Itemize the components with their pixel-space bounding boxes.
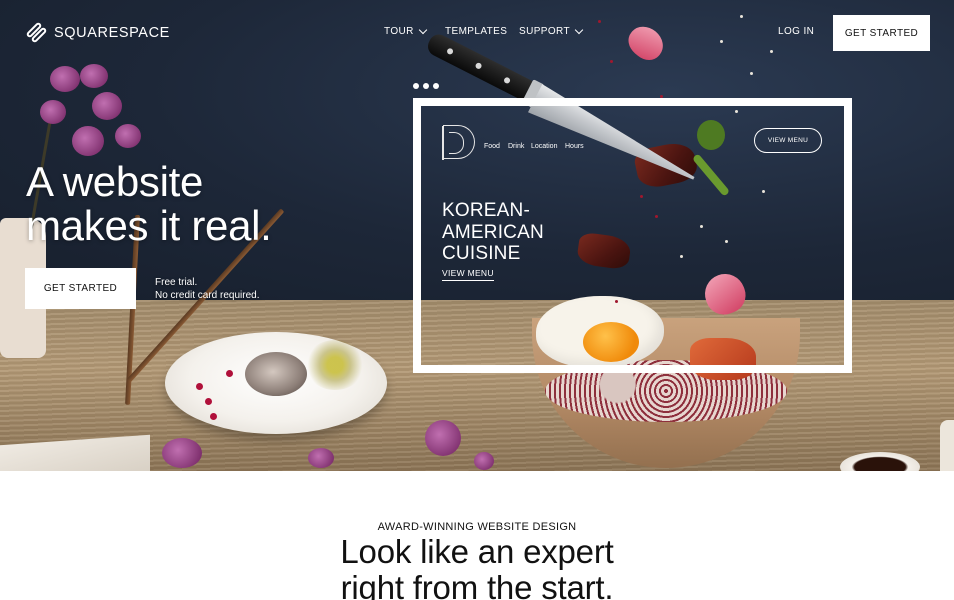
hero-headline: A website makes it real. [26, 160, 272, 248]
preview-title: KOREAN- AMERICAN CUISINE [442, 200, 544, 265]
orchid-flower [72, 126, 104, 156]
trial-line: No credit card required. [155, 290, 260, 301]
carousel-dots [413, 83, 439, 89]
login-label: LOG IN [778, 26, 815, 37]
trial-line: Free trial. [155, 277, 198, 288]
nav-item-support[interactable]: SUPPORT [519, 25, 584, 37]
nav-item-label: SUPPORT [519, 26, 570, 37]
free-trial-note: Free trial. No credit card required. [155, 276, 260, 302]
preview-view-menu-button: VIEW MENU [754, 128, 822, 153]
hero-headline-line: makes it real. [26, 202, 272, 249]
hero-headline-line: A website [26, 158, 204, 205]
restaurant-logo-icon [442, 125, 475, 160]
dill-garnish-image [305, 340, 365, 390]
preview-view-menu-link: VIEW MENU [442, 268, 494, 281]
orchid-flower [308, 448, 334, 468]
orchid-flower [80, 64, 108, 88]
carousel-dot[interactable] [413, 83, 419, 89]
orchid-flower [474, 452, 494, 470]
preview-nav-item: Drink [508, 143, 525, 150]
orchid-flower [162, 438, 202, 468]
orchid-flower [92, 92, 122, 120]
preview-nav-item: Food [484, 143, 500, 150]
section-eyebrow: AWARD-WINNING WEBSITE DESIGN [377, 521, 577, 533]
template-preview-frame[interactable]: Food Drink Location Hours VIEW MENU KORE… [413, 98, 852, 373]
top-navigation: SQUARESPACE TOUR TEMPLATES SUPPORT LOG I… [0, 0, 954, 64]
get-started-nav-button[interactable]: GET STARTED [833, 15, 930, 51]
sauce-dot [226, 370, 233, 377]
section-heading-line: right from the start. [340, 569, 614, 600]
section-heading: Look like an expert right from the start… [0, 534, 954, 600]
squarespace-logo-icon [25, 21, 48, 44]
preview-nav-item: Location [531, 143, 558, 150]
orchid-flower [425, 420, 461, 456]
nav-item-label: TOUR [384, 26, 414, 37]
carousel-dot[interactable] [433, 83, 439, 89]
rivet [503, 76, 512, 85]
preview-title-line: KOREAN- [442, 200, 530, 221]
chevron-down-icon [574, 25, 584, 35]
login-link[interactable]: LOG IN [778, 26, 814, 37]
sprinkle [750, 72, 753, 75]
sauce-dot [196, 383, 203, 390]
template-preview: Food Drink Location Hours VIEW MENU KORE… [421, 106, 844, 365]
orchid-flower [115, 124, 141, 148]
sauce-dot [205, 398, 212, 405]
nav-item-templates[interactable]: TEMPLATES [445, 26, 507, 37]
sauce-dot [210, 413, 217, 420]
squarespace-logo[interactable]: SQUARESPACE [25, 21, 170, 44]
preview-title-line: AMERICAN [442, 221, 544, 243]
preview-title-line: CUISINE [442, 243, 521, 264]
carousel-dot[interactable] [423, 83, 429, 89]
orchid-flower [50, 66, 80, 92]
nav-item-label: TEMPLATES [445, 26, 508, 37]
oyster-image [245, 352, 307, 396]
section-heading-line: Look like an expert [340, 533, 614, 570]
preview-nav-item: Hours [565, 143, 584, 150]
orchid-flower [40, 100, 66, 124]
cup-image [940, 420, 954, 471]
nav-item-tour[interactable]: TOUR [384, 25, 427, 37]
brand-name: SQUARESPACE [54, 25, 170, 41]
get-started-hero-button[interactable]: GET STARTED [25, 268, 136, 309]
chevron-down-icon [418, 25, 427, 35]
